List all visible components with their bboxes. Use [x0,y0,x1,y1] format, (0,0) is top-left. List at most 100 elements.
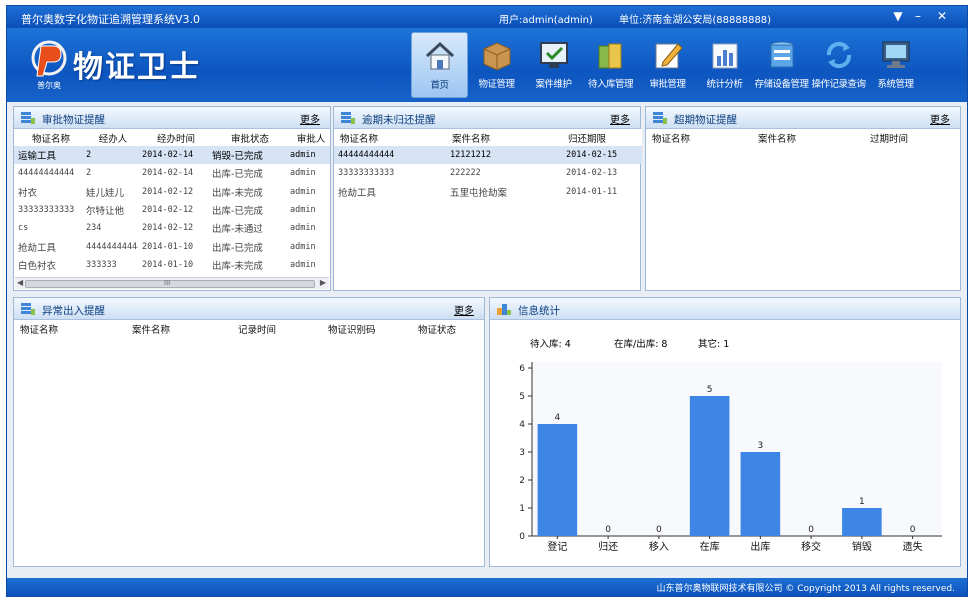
column-header[interactable]: 物证名称 [334,129,446,146]
scrollbar-grip: III [164,279,171,287]
more-link[interactable]: 更多 [930,111,950,126]
x-tick-label: 登记 [547,540,567,553]
table-row[interactable]: 33333333333 222222 2014-02-13 [334,164,642,182]
nav-item-system[interactable]: 系统管理 [867,32,924,98]
column-header[interactable]: 归还期限 [562,129,642,146]
stats-bar-chart: 0 1 2 3 4 5 6 4 登记 0 归还 0 移入 5 在库 3 出库 0 移交 1 销毁 0 遗失 [519,362,942,553]
scroll-left-icon[interactable]: ◀ [17,278,23,287]
table-row[interactable]: 运输工具 2 2014-02-14 销毁-已完成 admin [14,146,330,165]
nav-item-home[interactable]: 首页 [411,32,468,98]
table-cell: 出库-已完成 [212,169,263,181]
main-nav: 首页 物证管理 案件维护 待入库管理 审批管理 统计分析 存储设备管理 操作记录… [411,32,924,98]
data-label: 0 [808,525,814,535]
nav-label: 首页 [430,80,449,91]
column-header[interactable]: 案件名称 [126,320,232,337]
edit-icon [655,43,683,69]
data-label: 0 [605,525,611,535]
table-cell: 运输工具 [14,146,82,165]
header: 物证卫士 普尔奥 首页 物证管理 案件维护 待入库管理 审批管理 统计分析 存储… [7,28,967,102]
bar [842,508,882,536]
table-row[interactable]: 33333333333 尔特让他 2014-02-12 出库-已完成 admin [14,201,330,219]
logo-subtitle: 普尔奥 [37,81,61,90]
dropdown-button[interactable]: ▼ [889,8,907,24]
column-header[interactable]: 审批人 [286,129,330,146]
nav-item-stats[interactable]: 统计分析 [696,32,753,98]
table-cell: 2014-02-13 [566,168,618,179]
column-header[interactable]: 审批状态 [208,129,286,146]
column-header[interactable]: 案件名称 [446,129,562,146]
column-header[interactable]: 物证名称 [646,129,752,146]
column-header[interactable]: 记录时间 [232,320,322,337]
table-cell: 出库-未完成 [212,187,263,199]
table-row[interactable]: 44444444444 12121212 2014-02-15 [334,146,642,165]
scrollbar-thumb[interactable]: III [25,279,315,288]
table-cell: cs [18,223,29,234]
stack-icon [21,303,35,315]
y-tick-label: 4 [519,420,525,430]
panel-title: 超期物证提醒 [674,114,737,126]
table-cell: 33333333333 [18,205,75,216]
table-row[interactable]: cs 234 2014-02-12 出库-未通过 admin [14,219,330,237]
abnormal-panel: 异常出入提醒 更多 物证名称 案件名称 记录时间 物证识别码 物证状态 [13,297,485,567]
current-unit: 单位:济南金湖公安局(88888888) [619,15,772,26]
panel-header: 信息统计 [490,298,960,320]
approval-table: 物证名称 经办人 经办时间 审批状态 审批人 运输工具 2 2014-02-14 销毁… [14,129,330,274]
nav-item-storage[interactable]: 存储设备管理 [753,32,810,98]
scroll-right-icon[interactable]: ▶ [320,278,326,287]
table-row[interactable]: 白色衬衣 333333 2014-01-10 出库-未完成 admin [14,256,330,274]
bar [537,424,578,536]
table-cell: admin [290,241,316,252]
minimize-button[interactable]: – [909,8,927,24]
x-tick-label: 出库 [750,540,770,553]
table-cell: 2014-02-15 [562,146,642,165]
table-cell: 2 [86,168,92,179]
nav-item-records[interactable]: 操作记录查询 [810,32,867,98]
x-tick-label: 在库 [700,540,720,553]
panel-header: 逾期未归还提醒 更多 [334,107,640,129]
nav-item-approval[interactable]: 审批管理 [639,32,696,98]
column-header[interactable]: 过期时间 [864,129,960,146]
column-header[interactable]: 物证识别码 [322,320,412,337]
more-link[interactable]: 更多 [454,302,474,317]
more-link[interactable]: 更多 [610,111,630,126]
nav-label: 物证管理 [478,79,515,90]
table-cell: 白色衬衣 [18,260,57,272]
column-header[interactable]: 物证状态 [412,320,484,337]
abnormal-table: 物证名称 案件名称 记录时间 物证识别码 物证状态 [14,320,484,337]
stack-icon [341,112,355,124]
table-cell: 12121212 [446,146,562,165]
table-cell: 抢劫工具 [338,187,377,199]
chart-cubes-icon [497,304,511,315]
column-header[interactable]: 物证名称 [14,129,82,146]
other-count: 其它: 1 [698,339,730,350]
x-tick-label: 归还 [598,540,618,553]
table-cell: admin [286,146,330,165]
table-cell: 333333 [86,259,117,270]
title-bar: 普尔奥数字化物证追溯管理系统V3.0 用户:admin(admin) 单位:济南… [7,6,967,28]
column-header[interactable]: 案件名称 [752,129,864,146]
table-cell: 2014-01-10 [142,241,194,252]
stats-panel: 信息统计 待入库: 4 在库/出库: 8 其它: 1 0 1 2 3 4 5 6 4 登记 0 归还… [489,297,961,567]
nav-item-evidence[interactable]: 物证管理 [468,32,525,98]
table-cell: 2014-02-14 [138,146,208,165]
table-header-row: 物证名称 案件名称 记录时间 物证识别码 物证状态 [14,320,484,337]
more-link[interactable]: 更多 [300,111,320,126]
table-row[interactable]: 衬衣 娃儿娃儿 2014-02-12 出库-未完成 admin [14,183,330,201]
inout-count: 在库/出库: 8 [614,339,668,350]
column-header[interactable]: 经办人 [82,129,138,146]
horizontal-scrollbar[interactable]: ◀ III ▶ [15,277,329,289]
table-row[interactable]: 44444444444 2 2014-02-14 出库-已完成 admin [14,164,330,182]
table-cell: 2014-01-10 [142,259,194,270]
column-header[interactable]: 物证名称 [14,320,126,337]
column-header[interactable]: 经办时间 [138,129,208,146]
nav-item-case[interactable]: 案件维护 [525,32,582,98]
table-row[interactable]: 抢劫工具 44444444444 2014-01-10 出库-已完成 admin [14,237,330,255]
table-header-row: 物证名称 经办人 经办时间 审批状态 审批人 [14,129,330,146]
data-label: 0 [910,525,916,535]
panel-title: 异常出入提醒 [42,305,105,317]
close-button[interactable]: ✕ [933,8,951,24]
panel-header: 审批物证提醒 更多 [14,107,330,129]
table-row[interactable]: 抢劫工具 五里屯抢劫案 2014-01-11 [334,183,642,201]
panel-header: 超期物证提醒 更多 [646,107,960,129]
nav-item-pending[interactable]: 待入库管理 [582,32,639,98]
